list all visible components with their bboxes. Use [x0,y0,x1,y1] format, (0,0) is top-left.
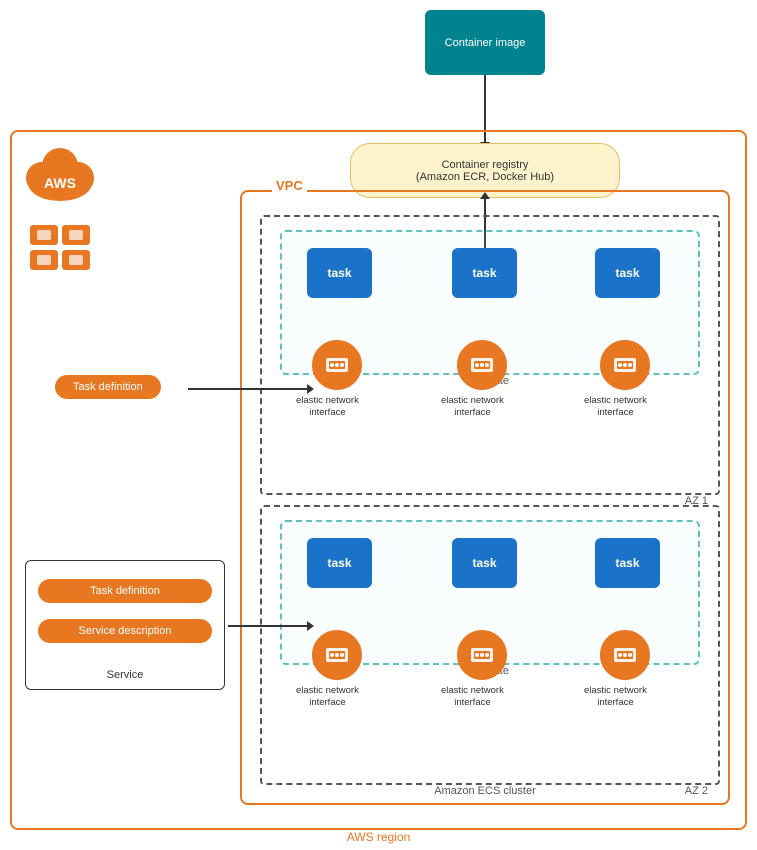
arrow-service-to-az2 [228,625,308,627]
container-image-label: Container image [445,37,526,49]
eni-az1-2-label: elastic networkinterface [441,395,504,420]
service-description-pill[interactable]: Service description [38,619,212,643]
task-az1-1: task [307,248,372,298]
eni-az1-1-label: elastic networkinterface [296,395,359,420]
ecs-cluster-label: Amazon ECS cluster [434,785,535,797]
service-label: Service [107,669,144,681]
vpc-label: VPC [272,178,307,193]
eni-az1-3 [600,340,650,390]
eni-az2-3-label: elastic networkinterface [584,685,647,710]
svg-text:AWS: AWS [44,175,76,191]
eni-az2-2 [457,630,507,680]
arrow-taskdef-to-az1 [188,388,308,390]
task-az2-1: task [307,538,372,588]
task-definition-pill-service[interactable]: Task definition [38,579,212,603]
eni-az1-3-label: elastic networkinterface [584,395,647,420]
task-definition-label-service: Task definition [90,585,160,597]
eni-az2-2-label: elastic networkinterface [441,685,504,710]
aws-region-label: AWS region [347,830,411,844]
eni-az2-1 [312,630,362,680]
task-az2-2: task [452,538,517,588]
eni-az1-1 [312,340,362,390]
task-az2-3: task [595,538,660,588]
task-az1-3: task [595,248,660,298]
service-description-label: Service description [79,625,172,637]
task-definition-pill-1[interactable]: Task definition [55,375,161,399]
container-image-box: Container image [425,10,545,75]
eni-az2-1-label: elastic networkinterface [296,685,359,710]
eni-az2-3 [600,630,650,680]
eni-az1-2 [457,340,507,390]
ecs-icon [25,220,95,275]
task-definition-label-1: Task definition [73,381,143,393]
diagram: Container image Container registry(Amazo… [0,0,757,850]
az2-label: AZ 2 [685,785,708,797]
service-box: Task definition Service description Serv… [25,560,225,690]
aws-cloud-icon: AWS [20,148,100,203]
task-az1-2: task [452,248,517,298]
